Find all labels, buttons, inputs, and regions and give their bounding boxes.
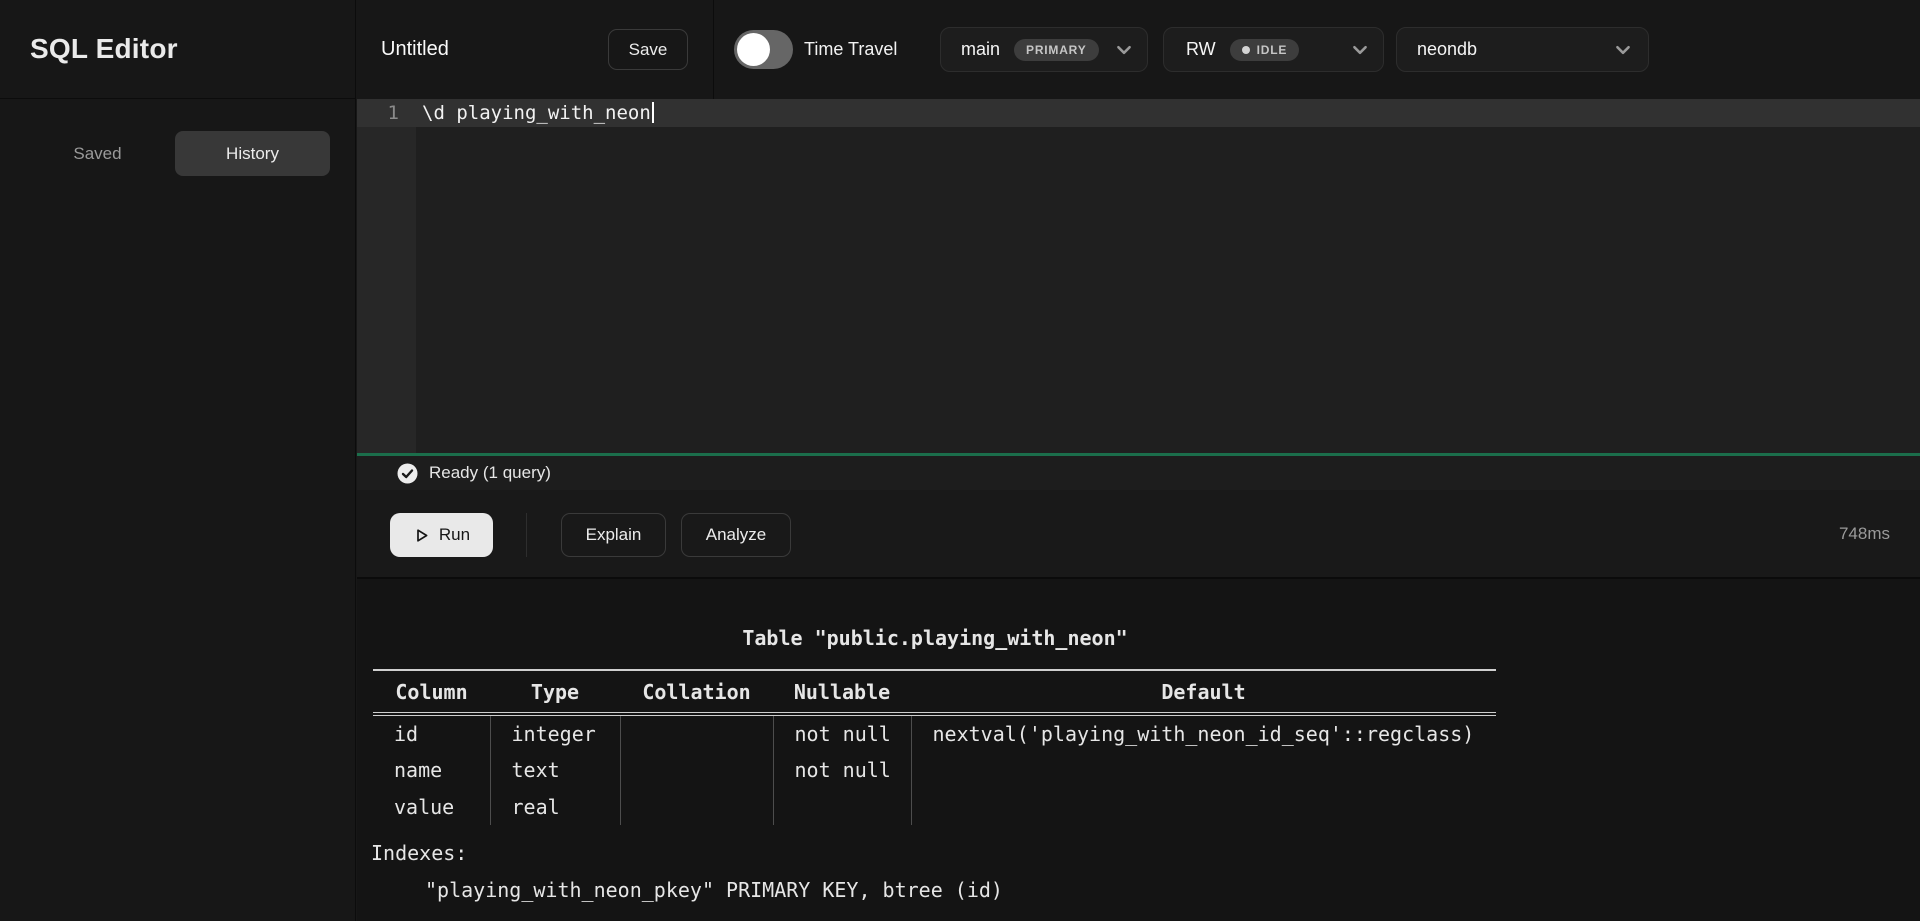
results-column-header: Type (490, 670, 620, 714)
check-circle-icon (397, 463, 418, 484)
tab-saved-label: Saved (73, 144, 121, 164)
result-cell (773, 788, 911, 825)
page-title: SQL Editor (30, 33, 178, 65)
compute-select[interactable]: RW IDLE (1163, 27, 1384, 72)
header-divider (713, 0, 714, 99)
sql-editor-area[interactable]: 1 \d playing_with_neon (357, 99, 1920, 453)
chevron-down-icon (1351, 41, 1369, 59)
tab-history[interactable]: History (175, 131, 330, 176)
result-cell: text (490, 751, 620, 788)
tab-history-label: History (226, 144, 279, 164)
query-duration: 748ms (1839, 490, 1890, 577)
branch-select[interactable]: main PRIMARY (940, 27, 1148, 72)
main-panel: Untitled Save Time Travel main PRIMARY R… (357, 0, 1920, 921)
code-line[interactable]: \d playing_with_neon (422, 99, 654, 127)
document-title[interactable]: Untitled (381, 0, 449, 99)
line-number: 1 (357, 99, 399, 127)
result-cell: not null (773, 751, 911, 788)
text-cursor (652, 102, 654, 123)
results-column-header: Collation (620, 670, 773, 714)
result-cell (911, 788, 1496, 825)
time-travel-toggle[interactable] (734, 30, 793, 69)
compute-name: RW (1186, 39, 1216, 60)
result-cell: name (373, 751, 490, 788)
code-text: \d playing_with_neon (422, 102, 651, 124)
sidebar: SQL Editor Saved History (0, 0, 356, 921)
actions-bar: Run Explain Analyze 748ms (357, 490, 1920, 577)
run-button-label: Run (439, 525, 470, 545)
save-button[interactable]: Save (608, 29, 688, 70)
result-row: nametext not null (373, 751, 1496, 788)
tab-saved[interactable]: Saved (20, 131, 175, 176)
status-bar: Ready (1 query) (357, 453, 1920, 490)
sidebar-tabs: Saved History (20, 131, 330, 176)
results-column-header: Nullable (773, 670, 911, 714)
result-cell: id (373, 714, 490, 751)
editor-header: Untitled Save Time Travel main PRIMARY R… (357, 0, 1920, 99)
results-table-title: Table "public.playing_with_neon" (373, 626, 1497, 650)
chevron-down-icon (1115, 41, 1133, 59)
result-cell: integer (490, 714, 620, 751)
result-row: valuereal (373, 788, 1496, 825)
indexes-detail: "playing_with_neon_pkey" PRIMARY KEY, bt… (425, 878, 1003, 902)
results-table-body: idinteger not nullnextval('playing_with_n… (373, 714, 1496, 825)
results-column-header: Default (911, 670, 1496, 714)
database-name: neondb (1417, 39, 1477, 60)
explain-button[interactable]: Explain (561, 513, 666, 557)
result-cell (620, 714, 773, 751)
results-header-row: ColumnTypeCollationNullableDefault (373, 670, 1496, 714)
results-table-head: ColumnTypeCollationNullableDefault (373, 670, 1496, 714)
toggle-knob-icon (737, 33, 770, 66)
analyze-button[interactable]: Analyze (681, 513, 791, 557)
indexes-heading: Indexes: (371, 841, 467, 865)
status-dot-icon (1242, 46, 1250, 54)
compute-status-badge: IDLE (1230, 39, 1300, 61)
actions-divider (526, 513, 527, 557)
branch-primary-badge: PRIMARY (1014, 39, 1099, 61)
result-row: idinteger not nullnextval('playing_with_n… (373, 714, 1496, 751)
result-cell: nextval('playing_with_neon_id_seq'::regc… (911, 714, 1496, 751)
chevron-down-icon (1614, 41, 1632, 59)
result-cell: real (490, 788, 620, 825)
result-cell (911, 751, 1496, 788)
results-column-header: Column (373, 670, 490, 714)
status-message: Ready (1 query) (429, 463, 551, 483)
time-travel-label: Time Travel (804, 0, 897, 99)
run-button[interactable]: Run (390, 513, 493, 557)
editor-gutter (357, 99, 416, 453)
result-cell (620, 751, 773, 788)
sidebar-header: SQL Editor (0, 0, 355, 99)
database-select[interactable]: neondb (1396, 27, 1649, 72)
result-cell: not null (773, 714, 911, 751)
result-cell (620, 788, 773, 825)
play-icon (413, 527, 430, 544)
branch-name: main (961, 39, 1000, 60)
result-cell: value (373, 788, 490, 825)
results-table: ColumnTypeCollationNullableDefault idint… (373, 669, 1496, 825)
query-results: Table "public.playing_with_neon" ColumnT… (357, 577, 1920, 921)
compute-status-label: IDLE (1257, 43, 1288, 57)
